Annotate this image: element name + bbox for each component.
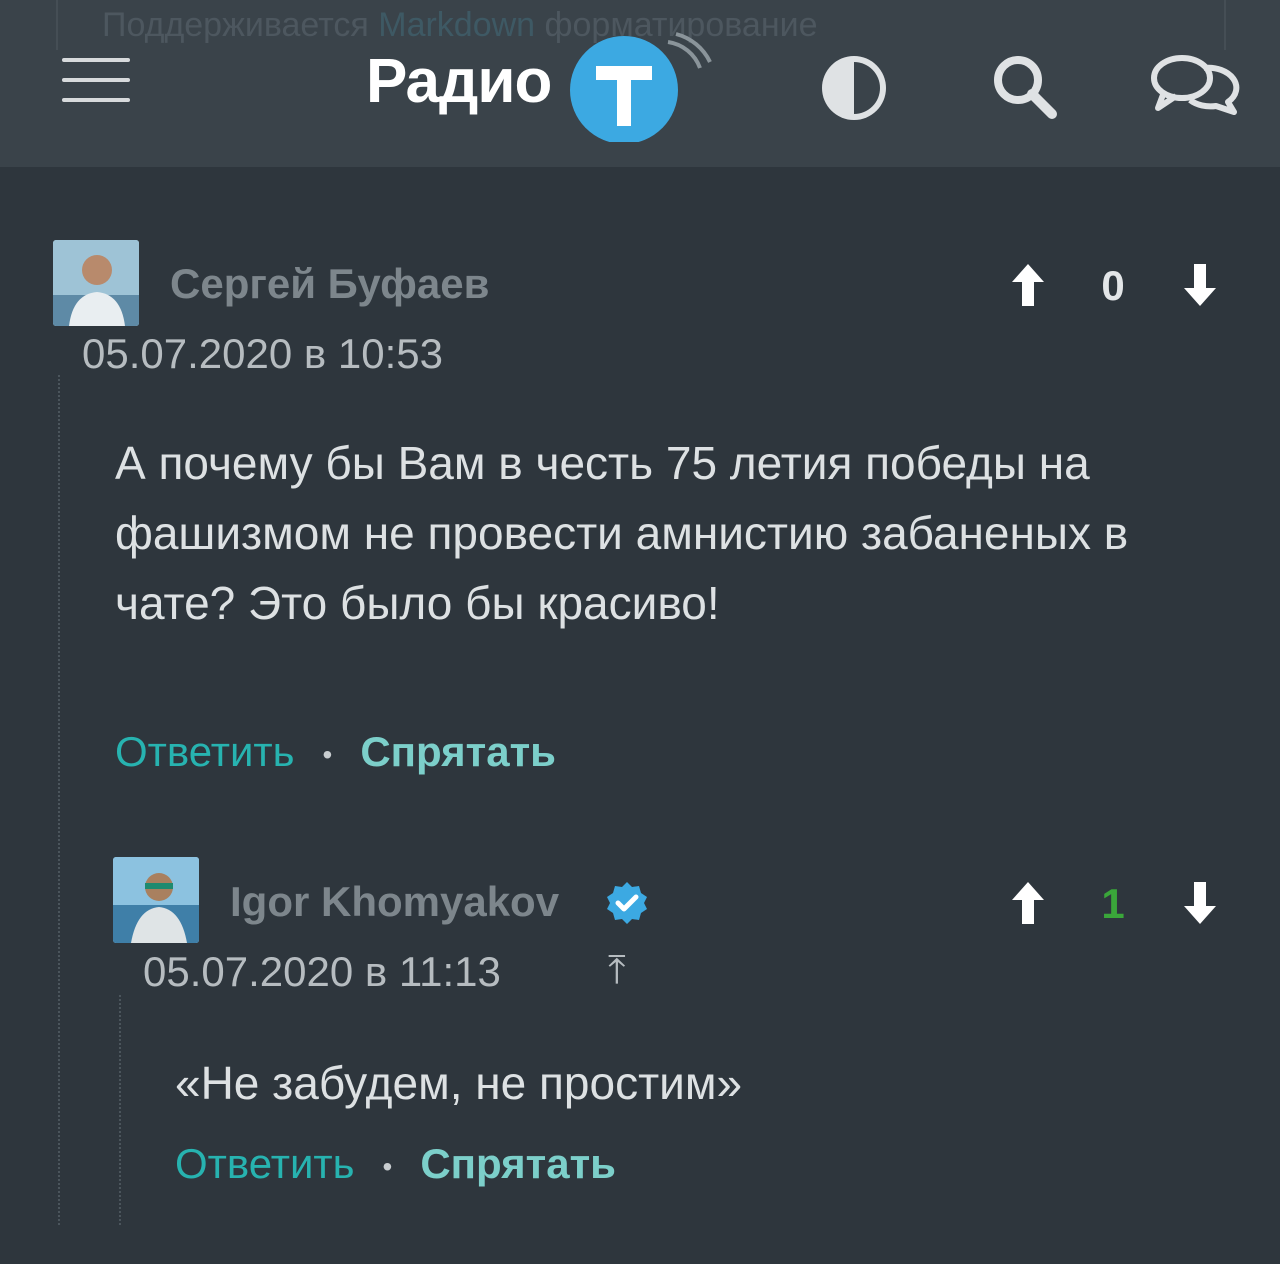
comment-text: «Не забудем, не простим» xyxy=(175,1057,743,1109)
hide-link[interactable]: Спрятать xyxy=(360,728,556,775)
upvote-icon[interactable] xyxy=(1008,878,1048,928)
avatar[interactable] xyxy=(113,857,199,943)
comment-score: 0 xyxy=(1101,262,1125,309)
downvote-icon[interactable] xyxy=(1180,260,1220,310)
verified-icon xyxy=(607,882,647,924)
top-bar: Поддерживается Markdown форматирование Р… xyxy=(0,0,1280,167)
separator: • xyxy=(382,1150,393,1182)
comment-text: А почему бы Вам в честь 75 летия победы … xyxy=(115,437,1129,629)
markdown-hint-link: Markdown xyxy=(378,6,536,44)
thread-line[interactable] xyxy=(119,995,121,1225)
downvote-icon[interactable] xyxy=(1180,878,1220,928)
separator: • xyxy=(322,738,333,770)
comment-author[interactable]: Igor Khomyakov xyxy=(230,878,559,926)
hide-link[interactable]: Спрятать xyxy=(420,1140,616,1187)
comment-score: 1 xyxy=(1101,880,1125,927)
avatar[interactable] xyxy=(53,240,139,326)
logo-t-icon xyxy=(570,32,712,142)
reply-link[interactable]: Ответить xyxy=(115,728,295,775)
comment-actions: Ответить • Спрятать xyxy=(175,1140,616,1188)
thread-line[interactable] xyxy=(58,375,60,1225)
reply-link[interactable]: Ответить xyxy=(175,1140,355,1187)
comment-actions: Ответить • Спрятать xyxy=(115,728,556,776)
theme-toggle-icon[interactable] xyxy=(818,52,890,124)
menu-icon[interactable] xyxy=(62,56,132,106)
upvote-icon[interactable] xyxy=(1008,260,1048,310)
comment-date[interactable]: 05.07.2020 в 11:13 xyxy=(143,948,501,996)
markdown-hint-before: Поддерживается xyxy=(102,6,379,44)
search-icon[interactable] xyxy=(990,52,1060,122)
logo-text: Радио xyxy=(366,47,552,116)
comment-date[interactable]: 05.07.2020 в 10:53 xyxy=(82,330,443,378)
chat-icon[interactable] xyxy=(1150,52,1240,118)
comment-author[interactable]: Сергей Буфаев xyxy=(170,260,489,308)
parent-comment-icon[interactable]: ⤒ xyxy=(608,948,626,993)
